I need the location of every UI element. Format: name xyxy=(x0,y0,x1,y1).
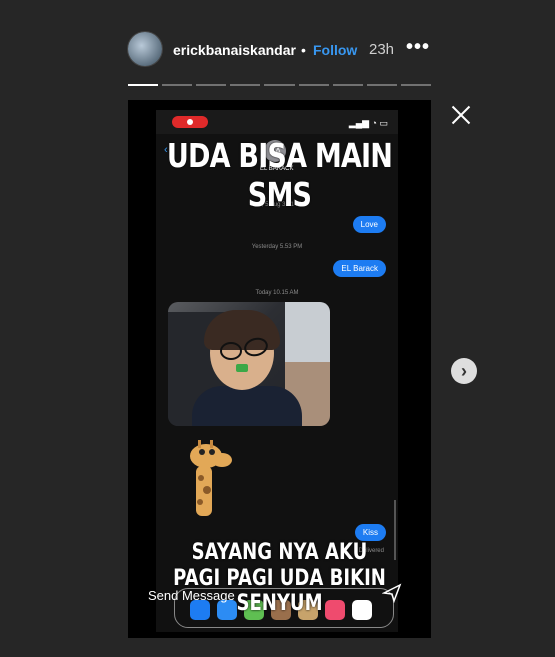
recording-indicator-icon xyxy=(172,116,208,128)
photo-message xyxy=(168,302,330,426)
message-bubble: Love xyxy=(352,216,386,233)
progress-segment xyxy=(230,84,261,86)
chevron-right-icon[interactable]: › xyxy=(451,358,477,384)
follow-button[interactable]: Follow xyxy=(313,42,357,58)
story-header: erickbanaiskandar • Follow 23h ••• xyxy=(128,32,433,66)
giraffe-sticker-icon xyxy=(190,440,232,516)
progress-segment xyxy=(162,84,193,86)
status-bar: ▂▄▆ ◔ ▭ xyxy=(156,110,398,134)
close-icon[interactable] xyxy=(448,102,474,128)
progress-segment xyxy=(332,84,363,86)
progress-segment xyxy=(400,84,431,86)
caption-line-1: SAYANG NYA AKU xyxy=(191,540,368,565)
message-timestamp: Yesterday 5.53 PM xyxy=(251,244,303,250)
progress-segment xyxy=(128,84,159,86)
progress-segment xyxy=(298,84,329,86)
more-options-icon[interactable]: ••• xyxy=(406,36,430,59)
timestamp: 23h xyxy=(369,41,395,58)
avatar[interactable] xyxy=(128,32,162,66)
message-bubble: EL Barack xyxy=(333,260,386,277)
separator-dot: • xyxy=(301,42,306,58)
story-content[interactable]: ▂▄▆ ◔ ▭ ‹ EA EL BARACK Wed, 5 Aug 3.51 P… xyxy=(128,100,431,638)
username[interactable]: erickbanaiskandar xyxy=(173,42,296,58)
progress-segment xyxy=(264,84,295,86)
paper-plane-icon[interactable] xyxy=(382,583,402,603)
story-progress xyxy=(128,84,431,86)
overlay-title-text: UDA BISA MAIN SMS xyxy=(166,136,393,214)
send-message-input[interactable]: Send Message xyxy=(148,588,235,603)
progress-segment xyxy=(196,84,227,86)
progress-segment xyxy=(366,84,397,86)
message-timestamp: Today 10.15 AM xyxy=(255,290,299,296)
message-bubble: Kiss xyxy=(354,524,386,541)
signal-battery-icon: ▂▄▆ ◔ ▭ xyxy=(348,118,388,128)
